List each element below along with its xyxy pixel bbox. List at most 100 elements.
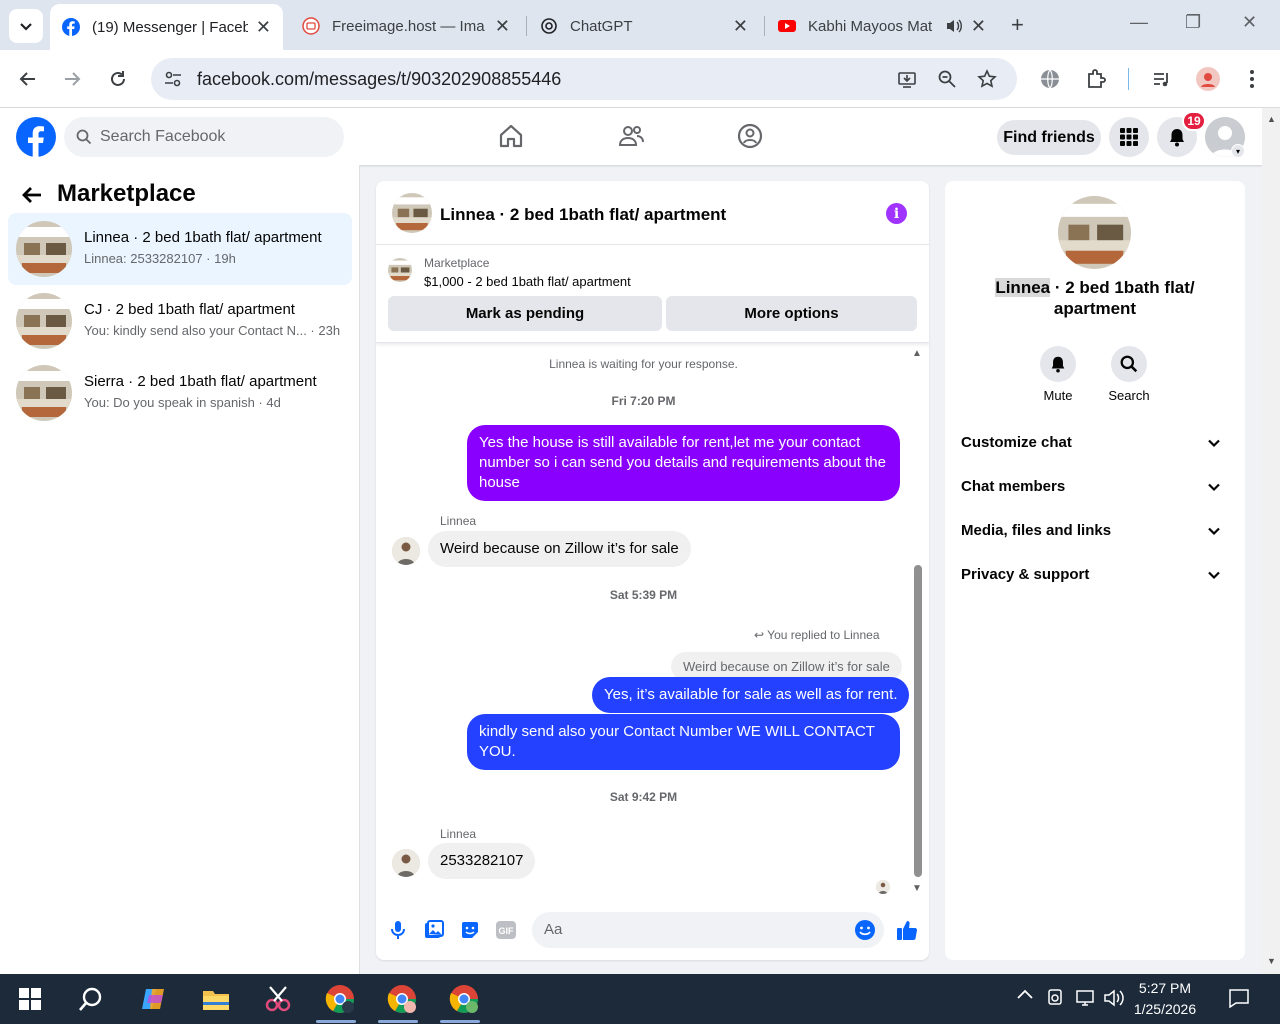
conversation-name: Sierra · 2 bed 1bath flat/ apartment [84,373,317,390]
volume-icon[interactable] [1103,988,1125,1013]
media-files-links-section[interactable]: Media, files and links [961,522,1229,546]
like-thumb-icon[interactable] [896,919,918,941]
tab-search-button[interactable] [9,9,43,43]
profile-name[interactable]: Linnea · 2 bed 1bath flat/ apartment [965,277,1225,319]
extensions-icon[interactable] [1085,68,1107,90]
incoming-message[interactable]: 2533282107 [428,843,536,879]
chat-title[interactable]: Linnea · 2 bed 1bath flat/ apartment [440,205,726,225]
close-window-button[interactable]: ✕ [1242,12,1257,33]
zoom-icon[interactable] [936,68,958,90]
profile-avatar[interactable] [1058,196,1131,269]
chevron-down-icon [20,23,32,31]
search-conversation-button[interactable]: Search [1093,346,1165,403]
windows-start-icon[interactable] [15,984,45,1014]
customize-chat-section[interactable]: Customize chat [961,434,1229,458]
facebook-search-input[interactable]: Search Facebook [64,117,344,157]
microphone-icon[interactable] [387,919,409,941]
listing-thumbnail[interactable] [388,258,412,282]
thread-scrollbar[interactable]: ▲ ▼ [911,343,925,898]
conversation-item[interactable]: Linnea · 2 bed 1bath flat/ apartment Lin… [8,213,352,285]
back-arrow-icon[interactable] [20,183,44,207]
waiting-notice: Linnea is waiting for your response. [549,357,738,371]
menu-grid-button[interactable] [1109,117,1149,157]
back-button[interactable] [14,65,42,93]
tab-chatgpt[interactable]: ChatGPT ✕ [528,6,760,46]
taskbar-clock[interactable]: 5:27 PM 1/25/2026 [1130,978,1200,1020]
facebook-logo[interactable] [16,117,56,157]
close-icon[interactable]: ✕ [495,16,510,37]
tray-chevron-icon[interactable] [1016,986,1034,1009]
friends-nav-icon[interactable] [617,122,645,150]
address-bar[interactable]: facebook.com/messages/t/903202908855446 [151,58,1017,100]
conversation-item[interactable]: CJ · 2 bed 1bath flat/ apartment You: ki… [8,285,352,357]
minimize-button[interactable]: — [1130,12,1148,33]
install-app-icon[interactable] [896,68,918,90]
bookmark-star-icon[interactable] [976,68,998,90]
incoming-message[interactable]: Weird because on Zillow it’s for sale [428,531,691,567]
tab-youtube[interactable]: Kabhi Mayoos Mat ✕ [766,6,998,46]
timestamp: Fri 7:20 PM [611,394,676,408]
chrome-profile-3-icon[interactable] [449,984,479,1014]
home-nav-icon[interactable] [497,122,525,150]
restore-button[interactable]: ❐ [1185,12,1201,33]
snipping-tool-icon[interactable] [263,984,293,1014]
more-options-button[interactable]: More options [666,296,917,331]
vpn-globe-icon[interactable] [1039,68,1061,90]
search-icon [1120,355,1138,373]
chevron-down-icon[interactable]: ▾ [1231,144,1245,158]
page-scrollbar[interactable]: ▲ ▼ [1262,108,1280,974]
copilot-icon[interactable] [139,984,169,1014]
close-icon[interactable]: ✕ [733,16,748,37]
tab-freeimage[interactable]: Freeimage.host — Ima ✕ [290,6,522,46]
taskbar-search-icon[interactable] [76,984,106,1014]
freeimage-icon [302,17,320,35]
site-settings-icon[interactable] [163,69,183,89]
info-icon[interactable]: i [886,203,907,224]
mark-as-pending-button[interactable]: Mark as pending [388,296,662,331]
profile-icon[interactable] [1196,67,1220,91]
find-friends-button[interactable]: Find friends [997,120,1101,155]
conversation-item[interactable]: Sierra · 2 bed 1bath flat/ apartment You… [8,357,352,429]
search-icon [76,129,92,145]
outgoing-message[interactable]: kindly send also your Contact Number WE … [467,714,900,770]
privacy-support-section[interactable]: Privacy & support [961,566,1229,590]
active-app-indicator [316,1020,356,1023]
reply-arrow-icon: ↩ [754,628,768,642]
groups-nav-icon[interactable] [736,122,764,150]
tab-messenger[interactable]: (19) Messenger | Faceb ✕ [50,4,283,50]
chrome-profile-2-icon[interactable] [387,984,417,1014]
emoji-icon[interactable] [854,919,876,941]
chevron-down-icon [1208,571,1220,580]
outgoing-message[interactable]: Yes, it’s available for sale as well as … [592,677,910,713]
chrome-profile-1-icon[interactable] [325,984,355,1014]
more-menu-icon[interactable] [1241,68,1263,90]
photo-icon[interactable] [423,919,445,941]
tab-separator [526,16,527,36]
facebook-header: Search Facebook Find friends 19 ▾ [0,108,1262,165]
close-icon[interactable]: ✕ [971,16,986,37]
chat-members-section[interactable]: Chat members [961,478,1229,502]
speaker-icon[interactable] [945,18,963,34]
notification-center-icon[interactable] [1228,988,1250,1013]
forward-button[interactable] [58,65,86,93]
network-icon[interactable] [1075,988,1095,1013]
file-explorer-icon[interactable] [201,984,231,1014]
sticker-icon[interactable] [459,919,481,941]
gif-icon[interactable]: GIF [495,919,517,941]
media-control-icon[interactable] [1151,68,1173,90]
windows-taskbar: 5:27 PM 1/25/2026 [0,974,1280,1024]
tray-device-icon[interactable] [1046,988,1064,1013]
reload-button[interactable] [104,65,132,93]
section-label: Privacy & support [961,566,1090,583]
chat-avatar[interactable] [392,193,432,233]
new-tab-button[interactable]: + [1011,12,1024,38]
listing-title[interactable]: $1,000 - 2 bed 1bath flat/ apartment [424,274,631,289]
close-icon[interactable]: ✕ [256,17,271,38]
sender-avatar[interactable] [392,537,420,565]
mute-button[interactable]: Mute [1022,346,1094,403]
outgoing-message[interactable]: Yes the house is still available for ren… [467,425,900,501]
arrow-left-icon [19,72,35,86]
scrollbar-thumb[interactable] [914,565,922,877]
sender-avatar[interactable] [392,849,420,877]
message-input[interactable]: Aa [532,912,884,948]
